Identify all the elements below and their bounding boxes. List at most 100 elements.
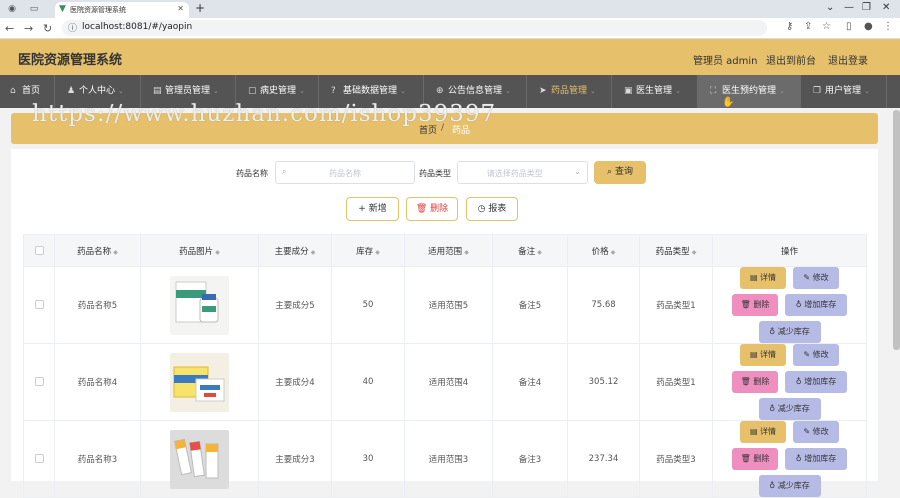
increase-stock-button[interactable]: ♁ 增加库存 <box>785 448 847 470</box>
minimize-icon[interactable]: — <box>844 2 854 13</box>
table-header-row: 药品名称 ◆ 药品图片 ◆ 主要成分 ◆ 库存 ◆ 适用范围 ◆ 备注 ◆ 价格 ◆ 药品类型… <box>23 234 867 267</box>
menu-item-doctor[interactable]: ▣ 医生管理 ⌄ <box>612 75 698 108</box>
drug-name-cell: 药品名称3 <box>54 420 141 498</box>
more-icon[interactable]: ⋮ <box>883 21 893 32</box>
trash-icon: 🗑 <box>740 377 751 386</box>
col-header-price[interactable]: 价格 ◆ <box>567 234 640 267</box>
scope-cell: 适用范围4 <box>404 343 493 421</box>
page-scrollbar[interactable] <box>893 110 900 350</box>
actions-cell: ▤ 详情 ✎ 修改 🗑 删除 ♁ 增加库存 ♁ 减少库存 <box>712 420 867 498</box>
info-icon[interactable]: ⓘ <box>68 21 77 34</box>
drug-type-label: 药品类型 <box>419 169 451 178</box>
drug-name-placeholder: 药品名称 <box>329 169 361 178</box>
decrease-stock-button[interactable]: ♁ 减少库存 <box>758 398 821 420</box>
bulb-icon: ♁ <box>769 481 776 490</box>
stock-cell: 30 <box>331 420 405 498</box>
row-select-cell[interactable] <box>23 343 55 421</box>
new-tab-icon[interactable]: + <box>195 1 205 15</box>
drug-name-label: 药品名称 <box>236 169 268 178</box>
trash-icon: 🗑 <box>740 454 751 463</box>
close-tab-icon[interactable]: ✕ <box>177 4 184 13</box>
bookmark-star-icon[interactable]: ☆ <box>822 21 831 32</box>
col-header-name[interactable]: 药品名称 ◆ <box>54 234 141 267</box>
drug-image[interactable] <box>170 429 229 489</box>
col-header-scope[interactable]: 适用范围 ◆ <box>404 234 493 267</box>
table-row: 药品名称5 主要成分5 50 适用范围5 备注5 75.68 药品类型1 ▤ 详… <box>23 266 867 344</box>
drug-image[interactable] <box>170 352 229 412</box>
tab-strip-icon[interactable]: ▭ <box>28 3 40 15</box>
row-checkbox[interactable] <box>34 377 44 386</box>
query-button[interactable]: ⌕ 查询 <box>594 161 646 184</box>
url-field[interactable]: ⓘ localhost:8081/#/yaopin <box>62 20 767 36</box>
maximize-icon[interactable]: ❐ <box>862 2 871 13</box>
report-button[interactable]: ◷ 报表 <box>466 197 518 221</box>
edit-button[interactable]: ✎ 修改 <box>793 344 839 366</box>
back-icon[interactable]: ← <box>5 22 14 35</box>
chevron-down-icon[interactable]: ⌄ <box>826 2 834 13</box>
drug-type-select[interactable]: 请选择药品类型 ⌄ <box>457 161 588 184</box>
sort-icon[interactable]: ◆ <box>611 249 616 256</box>
increase-stock-button[interactable]: ♁ 增加库存 <box>785 294 847 316</box>
sort-icon[interactable]: ◆ <box>692 249 697 256</box>
sort-icon[interactable]: ◆ <box>464 249 469 256</box>
watermark-text: https://www.huzhan.com/ishop39397 <box>32 101 497 127</box>
chevron-down-icon: ⌄ <box>864 87 870 95</box>
ingredient-cell: 主要成分3 <box>258 420 332 498</box>
sort-icon[interactable]: ◆ <box>375 249 380 256</box>
key-icon[interactable]: ⚷ <box>786 21 793 32</box>
browser-tab[interactable]: ▼ 医院资源管理系统 ✕ <box>55 2 189 18</box>
plus-icon: + <box>358 204 366 214</box>
edit-button[interactable]: ✎ 修改 <box>793 421 839 443</box>
detail-button[interactable]: ▤ 详情 <box>740 344 786 366</box>
row-checkbox[interactable] <box>34 300 44 309</box>
row-checkbox[interactable] <box>34 454 44 463</box>
chevron-down-icon: ⌄ <box>590 87 596 95</box>
col-header-stock[interactable]: 库存 ◆ <box>331 234 405 267</box>
forward-icon[interactable]: → <box>24 22 33 35</box>
col-header-image[interactable]: 药品图片 ◆ <box>140 234 259 267</box>
chevron-down-icon: ⌄ <box>299 87 305 95</box>
menu-item-users[interactable]: ❐ 用户管理 ⌄ <box>801 75 887 108</box>
remove-button[interactable]: 🗑 删除 <box>732 294 778 316</box>
browser-menu-icon[interactable]: ◉ <box>6 3 18 15</box>
front-page-link[interactable]: 退出到前台 <box>766 52 816 67</box>
bulb-icon: ♁ <box>795 454 802 463</box>
select-all-checkbox[interactable] <box>34 245 44 255</box>
col-header-ingredient[interactable]: 主要成分 ◆ <box>258 234 332 267</box>
drug-name-cell: 药品名称4 <box>54 343 141 421</box>
scope-cell: 适用范围5 <box>404 266 493 344</box>
decrease-stock-button[interactable]: ♁ 减少库存 <box>758 321 821 343</box>
increase-stock-button[interactable]: ♁ 增加库存 <box>785 371 847 393</box>
sidebar-icon[interactable]: ▯ <box>846 21 852 32</box>
col-header-type[interactable]: 药品类型 ◆ <box>639 234 713 267</box>
row-select-cell[interactable] <box>23 266 55 344</box>
drug-image[interactable] <box>170 275 229 335</box>
decrease-stock-button[interactable]: ♁ 减少库存 <box>758 475 821 497</box>
close-window-icon[interactable]: ✕ <box>882 2 890 13</box>
reload-icon[interactable]: ↻ <box>43 22 52 35</box>
chevron-down-icon: ⌄ <box>779 87 785 95</box>
delete-button[interactable]: 🗑 删除 <box>406 197 458 221</box>
sort-icon[interactable]: ◆ <box>537 249 542 256</box>
share-icon[interactable]: ⇪ <box>804 21 812 32</box>
menu-item-appointment[interactable]: ⛶ 医生预约管理 ⌄ <box>698 75 801 108</box>
sort-icon[interactable]: ◆ <box>113 249 118 256</box>
col-header-note[interactable]: 备注 ◆ <box>492 234 568 267</box>
sort-icon[interactable]: ◆ <box>311 249 316 256</box>
drug-name-input[interactable]: ⌕ 药品名称 <box>275 161 415 184</box>
url-text: localhost:8081/#/yaopin <box>82 22 193 32</box>
row-select-cell[interactable] <box>23 420 55 498</box>
menu-item-drug[interactable]: ➤ 药品管理 ⌄ <box>527 75 612 108</box>
detail-button[interactable]: ▤ 详情 <box>740 421 786 443</box>
remove-button[interactable]: 🗑 删除 <box>732 371 778 393</box>
sort-icon[interactable]: ◆ <box>215 249 220 256</box>
remove-button[interactable]: 🗑 删除 <box>732 448 778 470</box>
bulb-icon: ♁ <box>795 377 802 386</box>
browser-tab-title: 医院资源管理系统 <box>70 6 126 14</box>
logout-link[interactable]: 退出登录 <box>828 52 868 67</box>
select-all-cell[interactable] <box>23 234 55 267</box>
add-button[interactable]: + 新增 <box>346 197 399 221</box>
profile-icon[interactable]: ● <box>864 21 873 32</box>
edit-button[interactable]: ✎ 修改 <box>793 267 839 289</box>
detail-button[interactable]: ▤ 详情 <box>740 267 786 289</box>
